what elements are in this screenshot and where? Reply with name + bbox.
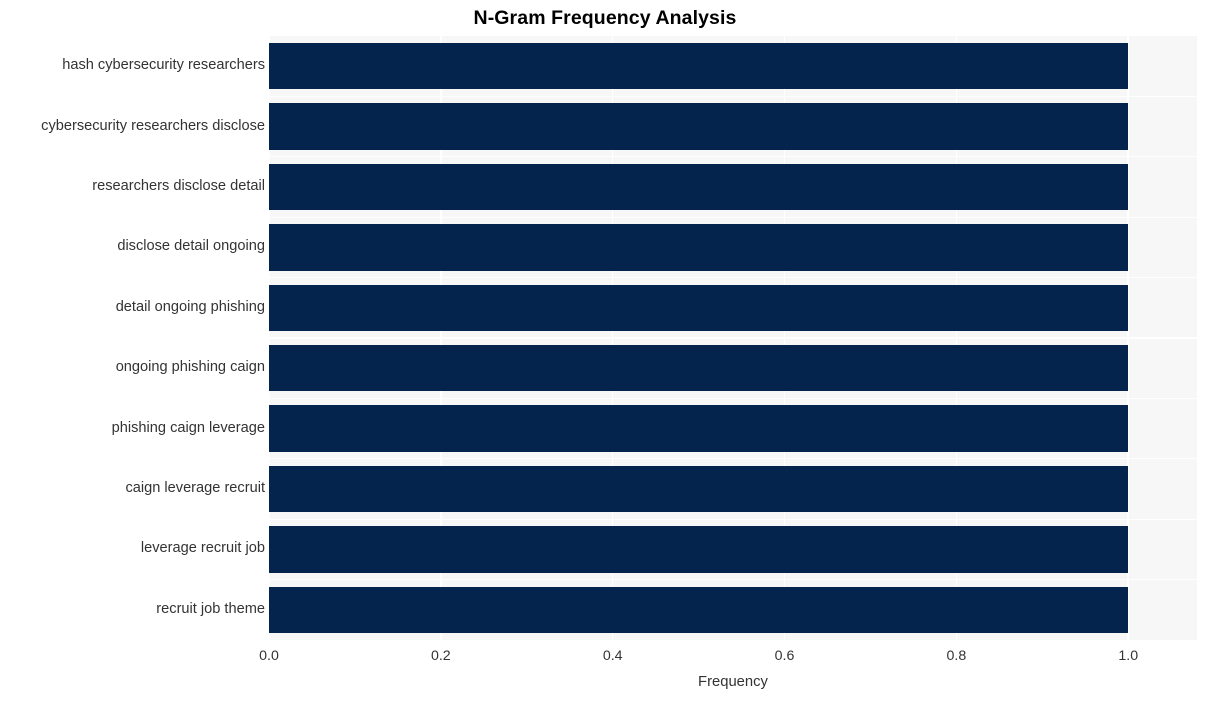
horizontal-gridline bbox=[269, 156, 1197, 158]
bar[interactable] bbox=[269, 344, 1129, 392]
bar[interactable] bbox=[269, 103, 1129, 150]
x-axis-label: Frequency bbox=[698, 674, 768, 690]
bar[interactable] bbox=[269, 284, 1129, 332]
y-tick-label: caign leverage recruit bbox=[125, 480, 265, 496]
horizontal-gridline bbox=[269, 578, 1197, 581]
y-tick-label: recruit job theme bbox=[156, 600, 265, 617]
y-tick-label: ongoing phishing caign bbox=[115, 359, 265, 376]
y-tick-label: phishing caign leverage bbox=[111, 419, 265, 436]
bar[interactable] bbox=[269, 42, 1129, 90]
bar[interactable] bbox=[269, 405, 1129, 452]
bar[interactable] bbox=[269, 586, 1129, 634]
horizontal-gridline bbox=[269, 518, 1197, 520]
x-tick-label: 1.0 bbox=[1118, 648, 1139, 664]
y-tick-label: leverage recruit job bbox=[140, 540, 265, 557]
y-tick-label: researchers disclose detail bbox=[92, 178, 265, 194]
horizontal-gridline bbox=[269, 458, 1197, 460]
x-tick-label: 0.8 bbox=[946, 648, 967, 664]
bar[interactable] bbox=[269, 526, 1129, 573]
x-tick-label: 0.4 bbox=[602, 648, 623, 664]
chart-title: N-Gram Frequency Analysis bbox=[473, 7, 737, 29]
bar[interactable] bbox=[269, 224, 1129, 271]
bar[interactable] bbox=[269, 163, 1129, 211]
horizontal-gridline bbox=[269, 397, 1197, 400]
horizontal-gridline bbox=[269, 276, 1197, 279]
horizontal-gridline bbox=[269, 337, 1197, 339]
y-tick-label: disclose detail ongoing bbox=[117, 238, 265, 255]
horizontal-gridline bbox=[269, 216, 1197, 218]
chart-figure: N-Gram Frequency Analysis hash cybersecu… bbox=[0, 0, 1210, 701]
x-tick-label: 0.6 bbox=[774, 648, 795, 664]
y-tick-label: detail ongoing phishing bbox=[115, 298, 265, 315]
plot-area bbox=[269, 36, 1197, 640]
y-tick-label: hash cybersecurity researchers bbox=[62, 57, 265, 74]
x-tick-label: 0.2 bbox=[430, 648, 451, 664]
horizontal-gridline bbox=[269, 95, 1197, 98]
y-tick-label: cybersecurity researchers disclose bbox=[41, 117, 265, 134]
x-tick-label: 0.0 bbox=[259, 648, 279, 664]
bar[interactable] bbox=[269, 465, 1129, 513]
